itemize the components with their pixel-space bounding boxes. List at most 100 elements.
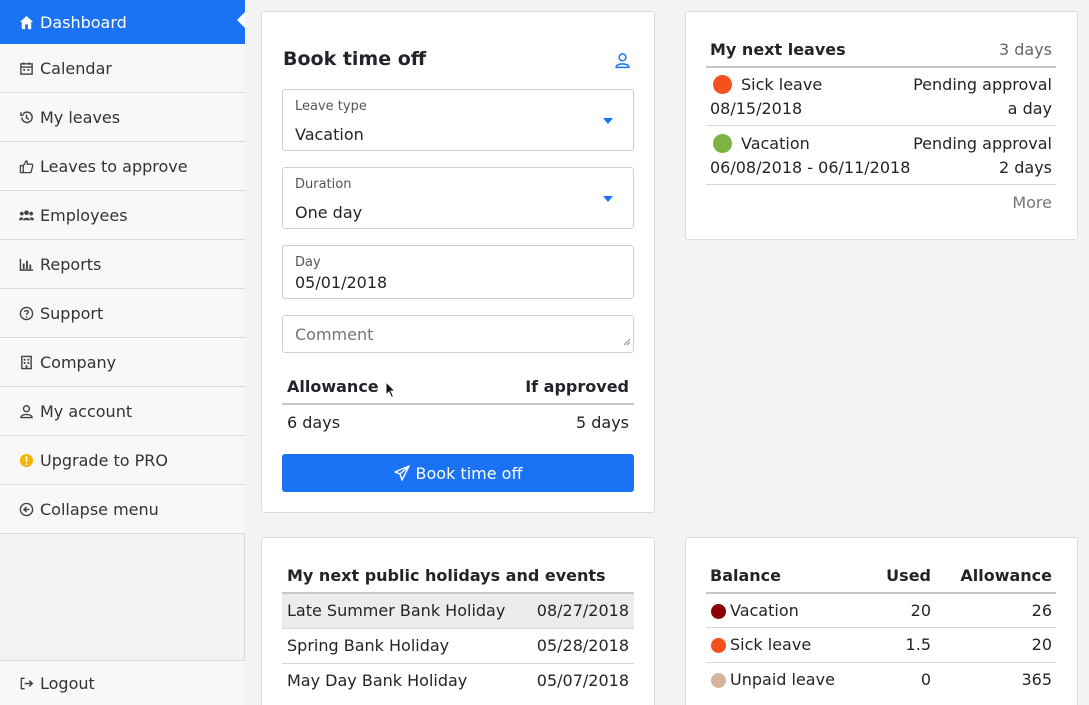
used-value: 20 <box>910 601 931 620</box>
user-icon <box>18 403 34 419</box>
sidebar-item-label: My leaves <box>40 107 121 127</box>
users-icon <box>18 207 34 223</box>
sidebar-item-label: My account <box>40 401 133 421</box>
allowance-header: Allowance <box>960 566 1052 585</box>
sidebar-item-label: Company <box>40 352 117 372</box>
sick-leave-color-dot <box>713 75 732 94</box>
sidebar-item-dashboard[interactable]: Dashboard <box>0 0 245 44</box>
leave-days-count: 3 days <box>998 40 1052 59</box>
sidebar-item-label: Logout <box>40 673 95 693</box>
user-icon[interactable] <box>614 52 631 73</box>
allowance-value: 6 days <box>287 413 341 432</box>
card-title: Book time off <box>283 48 427 70</box>
balance-header: Balance <box>710 566 781 585</box>
table-row[interactable]: Spring Bank Holiday 05/28/2018 <box>282 629 634 663</box>
mouse-cursor-icon <box>385 380 397 403</box>
comment-textarea[interactable]: Comment <box>282 315 634 353</box>
sidebar-item-employees[interactable]: Employees <box>0 191 245 240</box>
book-time-off-card: Book time off Leave type Vacation Durati… <box>261 11 655 513</box>
sidebar-item-collapse-menu[interactable]: Collapse menu <box>0 485 245 534</box>
leave-type: Unpaid leave <box>730 670 835 689</box>
sign-out-icon <box>18 675 34 691</box>
leave-dates: 08/15/2018 <box>710 99 803 118</box>
leave-type: Vacation <box>741 134 810 153</box>
holiday-date: 05/28/2018 <box>536 636 629 655</box>
paper-plane-icon <box>393 465 410 481</box>
sidebar-item-label: Dashboard <box>40 12 127 32</box>
allowance-value: 365 <box>1021 670 1052 689</box>
sidebar-item-leaves-to-approve[interactable]: Leaves to approve <box>0 142 245 191</box>
divider <box>282 403 634 405</box>
more-link[interactable]: More <box>1012 193 1052 212</box>
public-holidays-card: My next public holidays and events Late … <box>261 537 655 705</box>
divider <box>706 66 1056 68</box>
day-input[interactable]: Day 05/01/2018 <box>282 245 634 299</box>
leave-status: Pending approval <box>913 134 1052 153</box>
balance-card: Balance Used Allowance Vacation 20 26 Si… <box>685 537 1078 705</box>
divider <box>706 184 1056 185</box>
history-icon <box>18 109 34 125</box>
holiday-date: 08/27/2018 <box>536 601 629 620</box>
sidebar-item-company[interactable]: Company <box>0 338 245 387</box>
comment-placeholder: Comment <box>295 325 374 344</box>
sidebar-item-label: Calendar <box>40 58 112 78</box>
if-approved-header: If approved <box>525 377 629 396</box>
leave-duration: 2 days <box>998 158 1052 177</box>
sidebar-item-label: Reports <box>40 254 102 274</box>
leave-type: Sick leave <box>730 635 812 654</box>
allowance-value: 20 <box>1031 635 1052 654</box>
unpaid-leave-color-dot <box>711 673 726 688</box>
vacation-color-dot <box>711 604 726 619</box>
leave-type: Sick leave <box>741 75 823 94</box>
divider <box>706 627 1056 628</box>
duration-select[interactable]: Duration One day <box>282 167 634 229</box>
sidebar-item-my-leaves[interactable]: My leaves <box>0 93 245 142</box>
field-value: One day <box>295 203 363 222</box>
next-leaves-card: My next leaves 3 days Sick leave Pending… <box>685 11 1078 240</box>
used-value: 1.5 <box>905 635 931 654</box>
if-approved-value: 5 days <box>575 413 629 432</box>
leave-type-select[interactable]: Leave type Vacation <box>282 89 634 151</box>
field-value: 05/01/2018 <box>295 273 388 292</box>
question-circle-icon <box>18 305 34 321</box>
field-label: Day <box>295 255 321 270</box>
home-icon <box>18 14 34 30</box>
sidebar-item-label: Upgrade to PRO <box>40 450 168 470</box>
used-header: Used <box>886 566 931 585</box>
holiday-name: May Day Bank Holiday <box>287 671 468 690</box>
button-label: Book time off <box>415 463 523 483</box>
table-row[interactable]: May Day Bank Holiday 05/07/2018 <box>282 664 634 698</box>
holiday-date: 05/07/2018 <box>536 671 629 690</box>
divider <box>706 125 1056 126</box>
used-value: 0 <box>920 670 931 689</box>
field-label: Leave type <box>295 99 367 114</box>
sidebar-item-label: Support <box>40 303 104 323</box>
sidebar: Dashboard Calendar My leaves Leaves to a… <box>0 0 245 705</box>
sidebar-item-upgrade[interactable]: Upgrade to PRO <box>0 436 245 485</box>
sidebar-item-my-account[interactable]: My account <box>0 387 245 436</box>
sidebar-item-logout[interactable]: Logout <box>0 660 245 705</box>
calendar-icon <box>18 60 34 76</box>
leave-dates: 06/08/2018 - 06/11/2018 <box>710 158 911 177</box>
holiday-name: Late Summer Bank Holiday <box>287 601 506 620</box>
thumbs-up-icon <box>18 158 34 174</box>
divider <box>706 592 1056 594</box>
building-icon <box>18 354 34 370</box>
sidebar-item-support[interactable]: Support <box>0 289 245 338</box>
vacation-color-dot <box>713 134 732 153</box>
bar-chart-icon <box>18 256 34 272</box>
sidebar-item-calendar[interactable]: Calendar <box>0 44 245 93</box>
allowance-value: 26 <box>1031 601 1052 620</box>
sidebar-item-label: Employees <box>40 205 128 225</box>
sidebar-item-reports[interactable]: Reports <box>0 240 245 289</box>
field-label: Duration <box>295 177 352 192</box>
arrow-circle-left-icon <box>18 501 34 517</box>
book-time-off-button[interactable]: Book time off <box>282 454 634 492</box>
sidebar-item-label: Leaves to approve <box>40 156 188 176</box>
divider <box>706 662 1056 663</box>
warning-badge-icon <box>18 452 34 468</box>
holiday-name: Spring Bank Holiday <box>287 636 450 655</box>
resize-handle-icon[interactable] <box>623 331 631 350</box>
leave-type: Vacation <box>730 601 799 620</box>
table-row[interactable]: Late Summer Bank Holiday 08/27/2018 <box>282 594 634 628</box>
